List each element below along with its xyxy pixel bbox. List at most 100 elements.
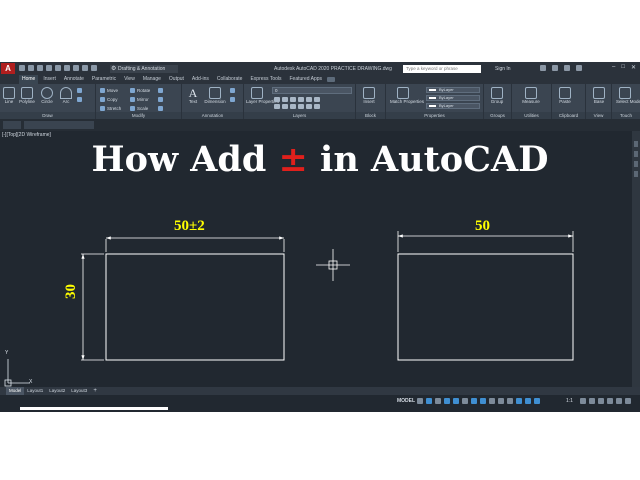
command-line[interactable] [20,407,168,410]
left-width-dimension-text[interactable]: 50±2 [174,218,205,234]
hatch-tool[interactable] [77,96,82,103]
line-tool[interactable]: Line [0,87,18,105]
layer-current-icon[interactable] [306,104,312,109]
layer-freeze-icon[interactable] [290,97,296,102]
share-icon[interactable] [91,65,97,71]
polyline-tool[interactable]: Polyline [18,87,36,105]
ortho-icon[interactable] [444,398,450,404]
plus-icon[interactable] [589,398,595,404]
layer-match-icon[interactable] [306,97,312,102]
match-properties-tool[interactable]: Match Properties [390,87,424,105]
array-tool[interactable] [158,105,163,112]
tab-parametric[interactable]: Parametric [89,75,119,84]
fillet-tool[interactable] [158,96,163,103]
workspace-switch-icon[interactable] [580,398,586,404]
dropdown-icon[interactable] [435,398,441,404]
layer-previous-icon[interactable] [314,97,320,102]
maximize-icon[interactable]: □ [621,64,625,71]
annotation-panel-title[interactable]: Annotation [182,112,243,119]
tab-view[interactable]: View [121,75,138,84]
insert-tool[interactable]: Insert [360,87,378,105]
layer-lock-icon[interactable] [298,97,304,102]
rotate-tool[interactable]: Rotate [130,87,150,94]
transparency-icon[interactable] [498,398,504,404]
layer-walk-icon[interactable] [314,104,320,109]
dropdown-icon[interactable] [576,65,582,71]
isodraft-icon[interactable] [462,398,468,404]
ribbon-toggle-icon[interactable] [327,77,336,82]
tab-express-tools[interactable]: Express Tools [247,75,284,84]
left-height-dimension-text[interactable]: 30 [63,284,79,299]
mirror-tool[interactable]: Mirror [130,96,149,103]
exchange-icon[interactable] [552,65,558,71]
left-rectangle[interactable] [105,253,285,361]
drawing-file-tab[interactable] [24,121,94,129]
object-snap-icon[interactable] [480,398,486,404]
measure-tool[interactable]: Measure [518,87,544,105]
groups-panel-title[interactable]: Groups [484,112,511,119]
layer-unisolate-icon[interactable] [282,104,288,109]
utilities-panel-title[interactable]: Utilities [512,112,551,119]
clipboard-panel-title[interactable]: Clipboard [552,112,585,119]
leader-tool[interactable] [230,87,235,94]
tab-home[interactable]: Home [19,75,39,84]
hardware-acceleration-icon[interactable] [607,398,613,404]
dimension-tool[interactable]: Dimension [204,87,226,105]
minimize-icon[interactable]: – [612,64,615,71]
workspace-dropdown[interactable]: ⚙ Drafting & Annotation [110,65,178,73]
new-icon[interactable] [19,65,25,71]
text-tool[interactable]: A Text [184,87,202,105]
help-icon[interactable] [564,65,570,71]
zoom-icon[interactable] [634,161,638,167]
linetype-dropdown[interactable]: ByLayer [426,103,480,109]
tab-layout1[interactable]: Layout1 [24,387,46,395]
tab-add-ins[interactable]: Add-ins [189,75,212,84]
object-snap-tracking-icon[interactable] [471,398,477,404]
model-space-button[interactable]: MODEL [397,398,415,404]
save-icon[interactable] [37,65,43,71]
layers-panel-title[interactable]: Layers [244,112,355,119]
group-tool[interactable]: Group [488,87,506,105]
tab-manage[interactable]: Manage [140,75,164,84]
drawing-canvas[interactable]: [-][Top][2D Wireframe] How Add ± in Auto… [0,131,640,387]
tab-layout3[interactable]: Layout3 [68,387,90,395]
draw-panel-title[interactable]: Draw [0,112,95,119]
trim-tool[interactable] [158,87,163,94]
right-rectangle[interactable] [397,253,574,361]
orbit-icon[interactable] [634,171,638,177]
layer-dropdown[interactable]: 0 [272,87,352,94]
autoscale-icon[interactable] [525,398,531,404]
paste-tool[interactable]: Paste [556,87,574,105]
polar-icon[interactable] [453,398,459,404]
scale-tool[interactable]: Scale [130,105,148,112]
undo-icon[interactable] [73,65,79,71]
lineweight-icon[interactable] [489,398,495,404]
layer-properties-tool[interactable]: Layer Properties [246,87,279,105]
start-tab[interactable] [3,121,21,129]
tab-insert[interactable]: Insert [40,75,59,84]
color-dropdown[interactable]: ByLayer [426,87,480,93]
tab-model[interactable]: Model [6,387,25,395]
layer-thaw-icon[interactable] [290,104,296,109]
web-icon[interactable] [55,65,61,71]
modify-panel-title[interactable]: Modify [96,112,181,119]
lineweight-dropdown[interactable]: ByLayer [426,95,480,101]
rectangle-tool[interactable] [77,87,82,94]
block-panel-title[interactable]: Block [356,112,385,119]
redo-icon[interactable] [82,65,88,71]
pan-icon[interactable] [634,151,638,157]
plot-icon[interactable] [64,65,70,71]
steering-wheel-icon[interactable] [634,141,638,147]
properties-panel-title[interactable]: Properties [386,112,483,119]
tab-collaborate[interactable]: Collaborate [214,75,246,84]
isolate-objects-icon[interactable] [598,398,604,404]
customization-icon[interactable] [625,398,631,404]
move-tool[interactable]: Move [100,87,118,94]
grid-icon[interactable] [417,398,423,404]
circle-tool[interactable]: Circle [38,87,56,105]
save-as-icon[interactable] [46,65,52,71]
annotation-visibility-icon[interactable] [516,398,522,404]
annotation-scale-icon[interactable] [534,398,540,404]
view-panel-title[interactable]: View [586,112,611,119]
layer-isolate-icon[interactable] [282,97,288,102]
